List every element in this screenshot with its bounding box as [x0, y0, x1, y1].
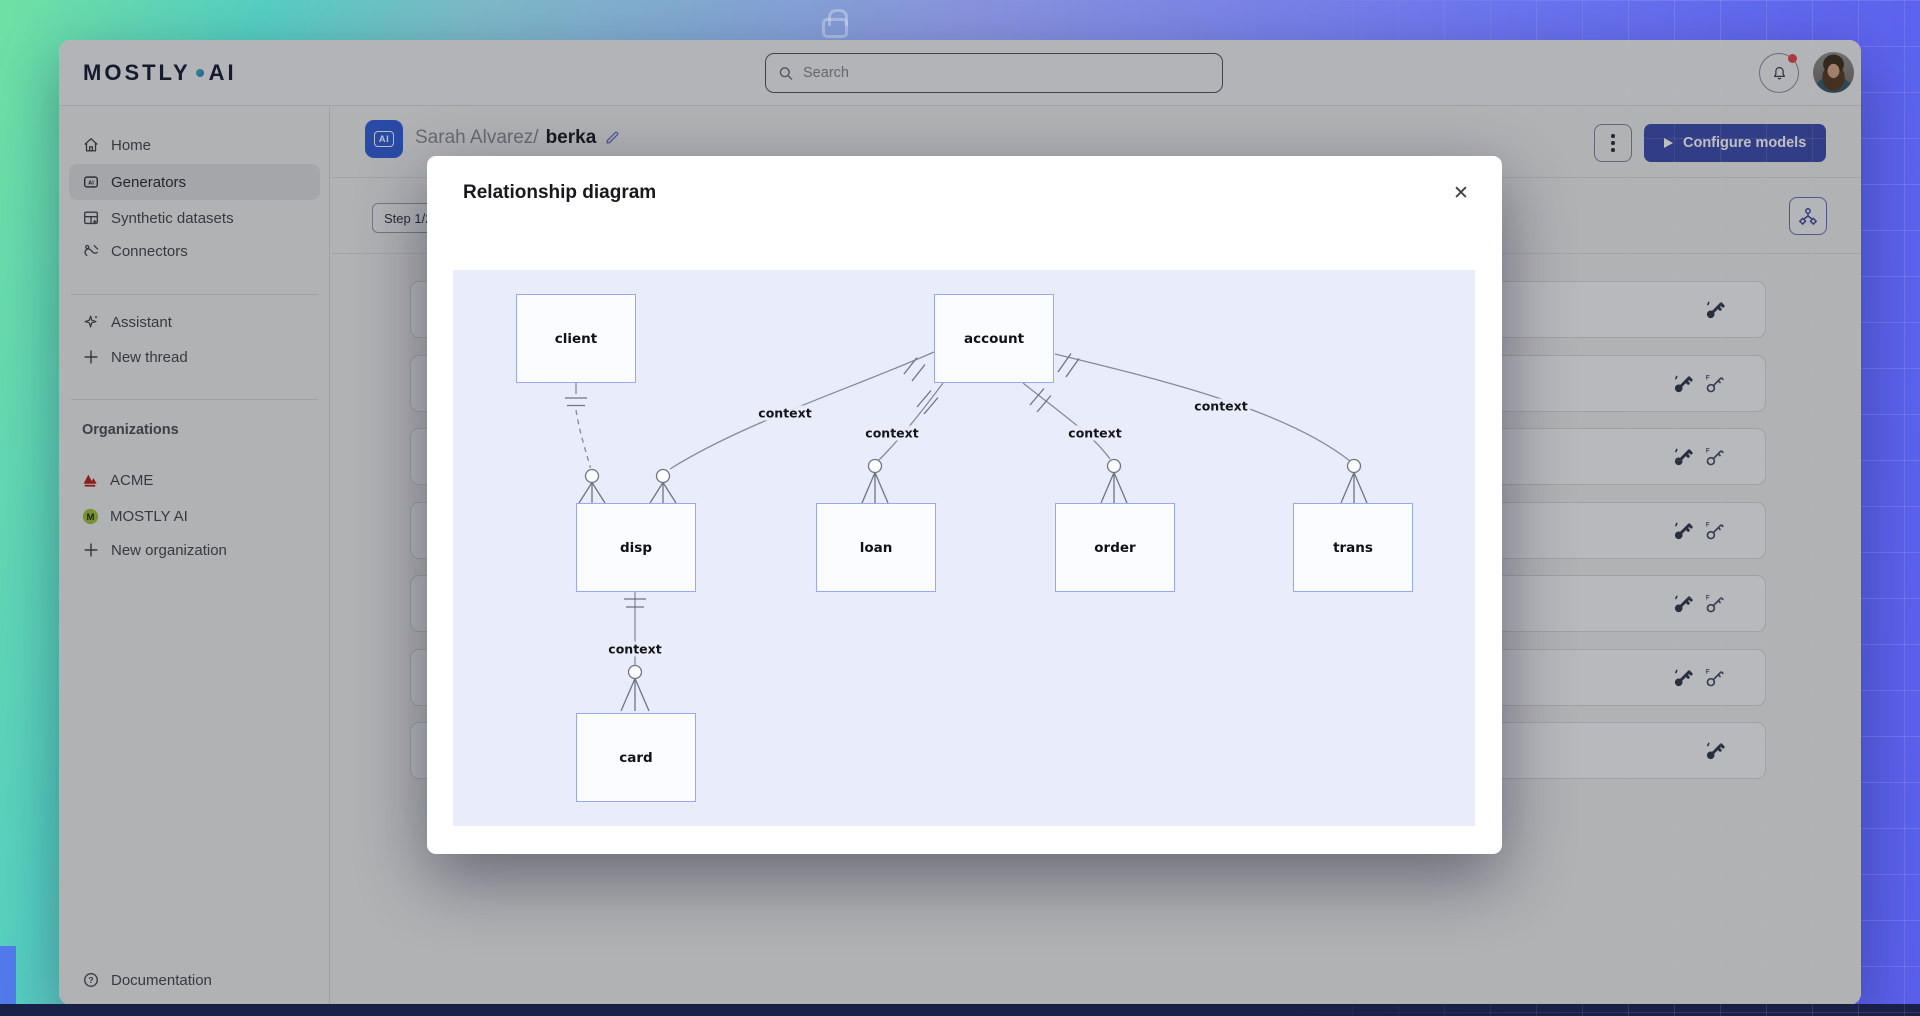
er-diagram-canvas[interactable]: client account disp loan order trans card cont…: [453, 270, 1475, 826]
relationship-diagram-modal: Relationship diagram ✕: [427, 156, 1502, 854]
entity-node-disp[interactable]: disp: [576, 503, 696, 592]
entity-node-label: disp: [620, 540, 652, 556]
modal-title: Relationship diagram: [463, 182, 656, 204]
entity-node-label: loan: [860, 540, 893, 556]
entity-node-card[interactable]: card: [576, 713, 696, 802]
wallpaper-corner-block: [0, 946, 16, 1008]
entity-node-label: client: [555, 331, 597, 347]
entity-node-trans[interactable]: trans: [1293, 503, 1413, 592]
close-icon[interactable]: ✕: [1446, 178, 1476, 208]
entity-node-account[interactable]: account: [934, 294, 1054, 383]
edge-label-context: context: [755, 406, 814, 421]
edge-label-context: context: [1191, 399, 1250, 414]
edge-label-context: context: [862, 426, 921, 441]
taskbar-strip: [0, 1004, 1920, 1016]
entity-node-label: trans: [1333, 540, 1373, 556]
entity-node-label: account: [964, 331, 1024, 347]
entity-node-client[interactable]: client: [516, 294, 636, 383]
edge-label-context: context: [605, 642, 664, 657]
edge-label-context: context: [1065, 426, 1124, 441]
entity-node-label: card: [619, 750, 652, 766]
desktop: MOSTLY AI Home AI Generators: [0, 0, 1920, 1016]
entity-node-label: order: [1094, 540, 1135, 556]
wallpaper-lock-icon: [822, 18, 848, 38]
entity-node-order[interactable]: order: [1055, 503, 1175, 592]
entity-node-loan[interactable]: loan: [816, 503, 936, 592]
